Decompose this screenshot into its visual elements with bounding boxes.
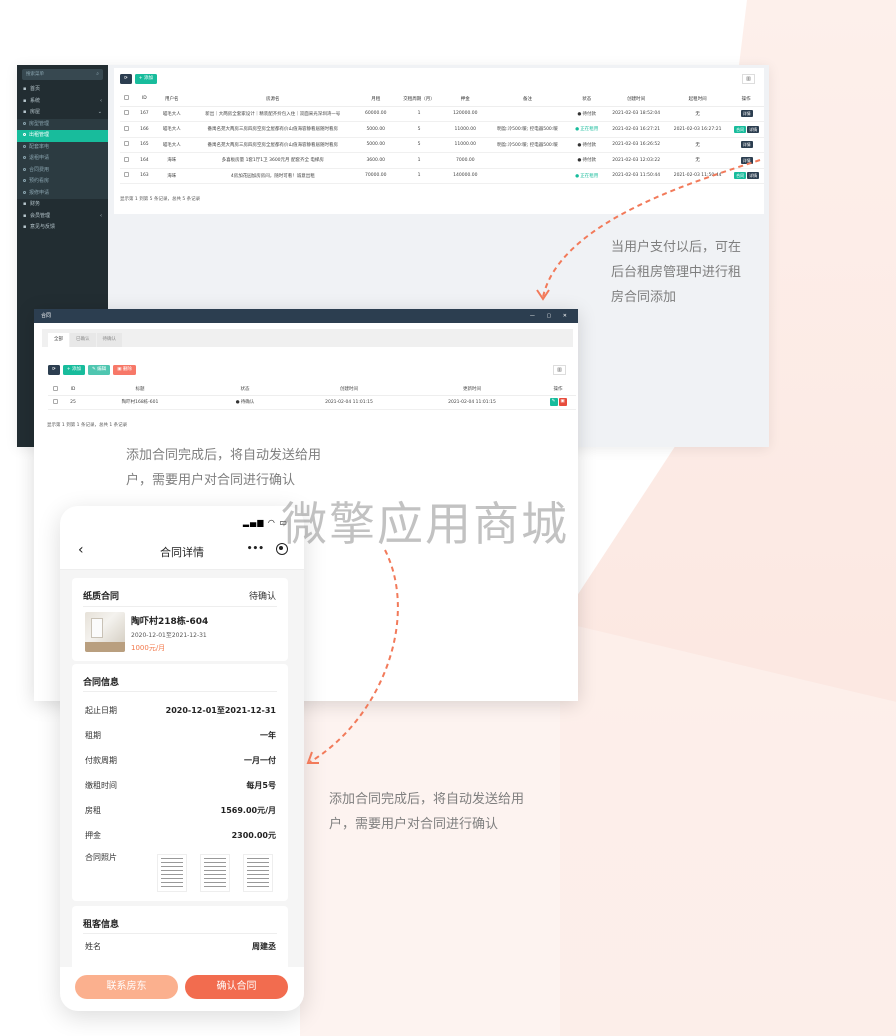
arrow-admin-to-dialog <box>542 159 761 298</box>
flow-arrows <box>306 159 761 764</box>
arrow-dialog-to-phone <box>309 549 399 763</box>
